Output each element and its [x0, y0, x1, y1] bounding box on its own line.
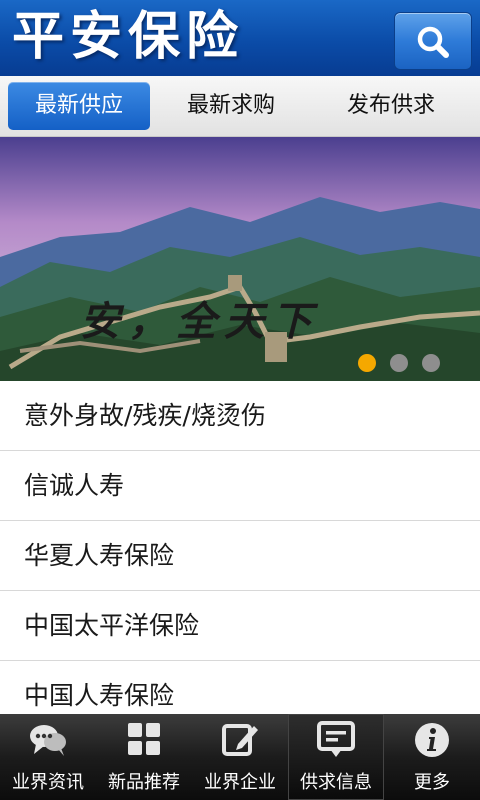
search-icon	[417, 26, 449, 58]
info-icon	[415, 723, 449, 757]
message-icon	[317, 721, 355, 757]
nav-industry-news[interactable]: 业界资讯	[0, 714, 96, 800]
carousel-dot-2[interactable]	[390, 354, 408, 372]
tab-latest-supply[interactable]: 最新供应	[8, 82, 150, 130]
carousel-dot-3[interactable]	[422, 354, 440, 372]
nav-label: 业界企业	[204, 772, 276, 793]
search-button[interactable]	[394, 12, 472, 70]
list-item[interactable]: 信诚人寿	[0, 451, 480, 521]
nav-label: 更多	[414, 772, 450, 793]
nav-label: 新品推荐	[108, 772, 180, 793]
top-tab-bar: 最新供应 最新求购 发布供求	[0, 76, 480, 137]
app-header: 平安保险	[0, 0, 480, 76]
bottom-nav: 业界资讯 新品推荐 业界企业 供求信息 更多	[0, 714, 480, 800]
carousel-dot-1[interactable]	[358, 354, 376, 372]
list-item[interactable]: 华夏人寿保险	[0, 521, 480, 591]
nav-supply-demand[interactable]: 供求信息	[288, 714, 384, 800]
nav-enterprises[interactable]: 业界企业	[192, 714, 288, 800]
supply-list: 意外身故/残疾/烧烫伤 信诚人寿 华夏人寿保险 中国太平洋保险 中国人寿保险	[0, 381, 480, 731]
carousel-indicator	[356, 354, 444, 374]
nav-more[interactable]: 更多	[384, 714, 480, 800]
chat-bubbles-icon	[30, 725, 66, 756]
banner-slogan: 安，全天下	[80, 298, 320, 345]
edit-icon	[222, 724, 258, 756]
nav-label: 供求信息	[300, 772, 372, 793]
grid-icon	[128, 723, 160, 755]
nav-new-products[interactable]: 新品推荐	[96, 714, 192, 800]
list-item[interactable]: 意外身故/残疾/烧烫伤	[0, 381, 480, 451]
tab-publish[interactable]: 发布供求	[320, 82, 462, 130]
banner-image[interactable]: 安，全天下	[0, 137, 480, 381]
list-item[interactable]: 中国太平洋保险	[0, 591, 480, 661]
tab-latest-purchase[interactable]: 最新求购	[160, 82, 302, 130]
app-title: 平安保险	[12, 6, 245, 67]
nav-label: 业界资讯	[12, 772, 84, 793]
